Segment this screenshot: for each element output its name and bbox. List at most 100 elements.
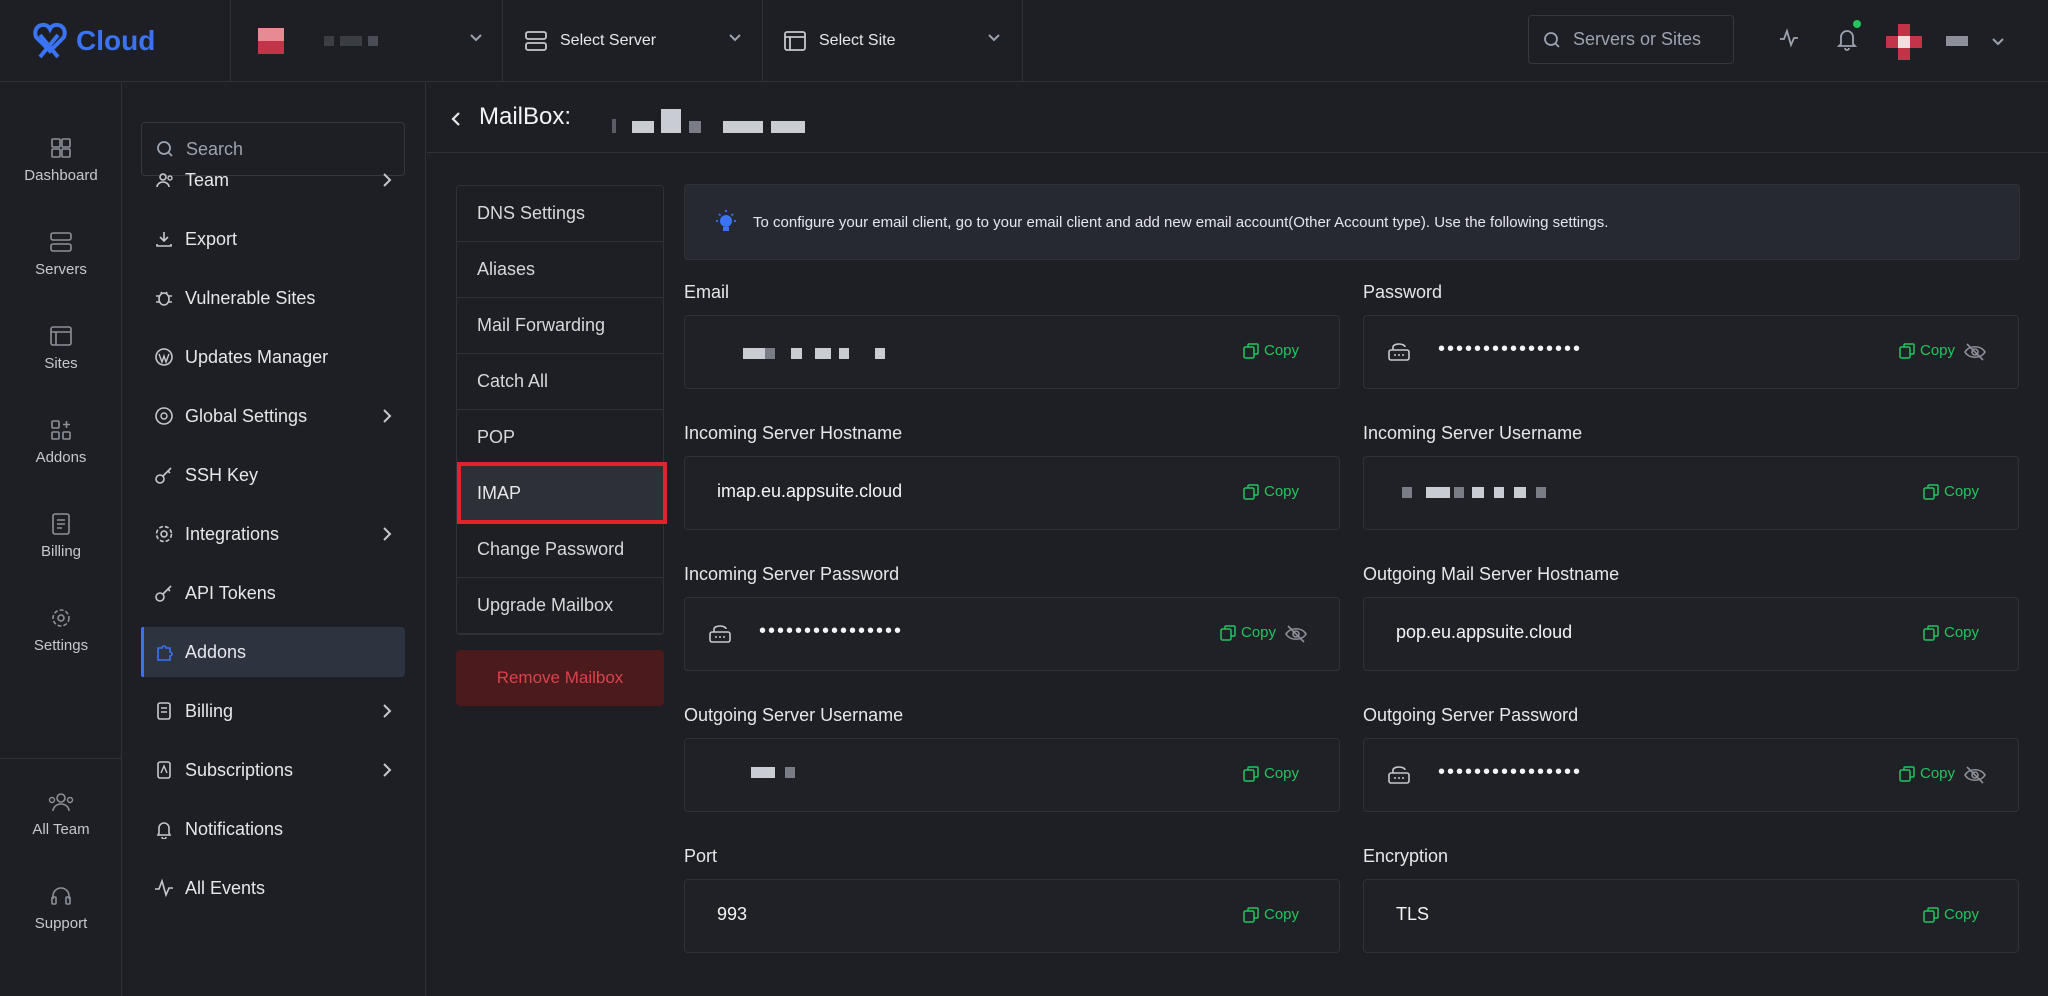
email-field[interactable]: Copy — [684, 315, 1340, 389]
outgoing-username-label: Outgoing Server Username — [684, 705, 904, 725]
sidebar-item-billing[interactable]: Billing — [141, 686, 405, 736]
sidebar-item-export[interactable]: Export — [141, 214, 405, 264]
sidebar-item-notifications[interactable]: Notifications — [141, 804, 405, 854]
icon-rail: Dashboard Servers Sites Addons Billing S… — [0, 83, 122, 996]
tab-label: Catch All — [477, 371, 549, 391]
copy-button[interactable]: Copy — [1243, 342, 1299, 359]
app-logo[interactable]: Cloud — [28, 18, 168, 64]
wordpress-icon — [153, 347, 175, 367]
sidebar-item-addons[interactable]: Addons — [141, 627, 405, 677]
eye-off-icon[interactable] — [1964, 765, 1986, 785]
chevron-left-icon[interactable] — [449, 111, 463, 127]
copy-button[interactable]: Copy — [1923, 483, 1979, 500]
tab-label: Aliases — [477, 259, 536, 279]
user-name-redacted — [1946, 36, 1968, 46]
chevron-down-icon[interactable] — [727, 30, 743, 46]
rail-billing[interactable]: Billing — [0, 511, 122, 581]
tab-mail-forwarding[interactable]: Mail Forwarding — [457, 298, 663, 354]
site-select[interactable]: Select Site — [783, 0, 895, 82]
sidebar-item-global-settings[interactable]: Global Settings — [141, 391, 405, 441]
rail-support-label: Support — [34, 915, 88, 932]
main-content: MailBox: DNS Settings Aliases Mail Forward… — [427, 83, 2048, 996]
sidebar-item-api-tokens[interactable]: API Tokens — [141, 568, 405, 618]
server-select[interactable]: Select Server — [524, 0, 656, 82]
rail-divider — [0, 758, 122, 759]
sidebar-item-ssh-key[interactable]: SSH Key — [141, 450, 405, 500]
chevron-down-icon[interactable] — [986, 30, 1002, 46]
copy-button[interactable]: Copy — [1899, 342, 1955, 359]
global-search-input[interactable]: Servers or Sites — [1528, 15, 1734, 64]
rail-sites[interactable]: Sites — [0, 323, 122, 393]
sidebar-item-all-events[interactable]: All Events — [141, 863, 405, 913]
copy-button[interactable]: Copy — [1923, 906, 1979, 923]
outgoing-password-value: •••••••••••••••• — [1438, 761, 1583, 783]
rail-settings[interactable]: Settings — [0, 605, 122, 675]
cloud-logo-icon — [33, 22, 67, 59]
tab-dns-settings[interactable]: DNS Settings — [457, 186, 663, 242]
team-select[interactable] — [258, 0, 378, 82]
sidebar-item-integrations[interactable]: Integrations — [141, 509, 405, 559]
rail-all-team[interactable]: All Team — [0, 789, 122, 859]
copy-button[interactable]: Copy — [1923, 624, 1979, 641]
rail-addons[interactable]: Addons — [0, 417, 122, 487]
sidebar-item-label: API Tokens — [185, 582, 276, 603]
sidebar-item-label: Billing — [185, 700, 234, 721]
outgoing-password-label: Outgoing Server Password — [1363, 705, 1579, 725]
outgoing-hostname-field[interactable]: pop.eu.appsuite.cloud Copy — [1363, 597, 2019, 671]
outgoing-password-field[interactable]: •••••••••••••••• Copy — [1363, 738, 2019, 812]
key-icon — [153, 583, 175, 603]
outgoing-username-field[interactable]: Copy — [684, 738, 1340, 812]
user-avatar[interactable] — [1886, 24, 1922, 60]
server-select-label: Select Server — [560, 32, 657, 49]
remove-mailbox-button[interactable]: Remove Mailbox — [456, 650, 664, 706]
copy-icon — [1923, 906, 1939, 923]
activity-icon[interactable] — [1778, 27, 1800, 49]
copy-button[interactable]: Copy — [1243, 906, 1299, 923]
sidebar-item-updates-manager[interactable]: Updates Manager — [141, 332, 405, 382]
encryption-field[interactable]: TLS Copy — [1363, 879, 2019, 953]
eye-off-icon[interactable] — [1964, 342, 1986, 362]
top-bar: Cloud Select Server Select Site Servers … — [0, 0, 2048, 82]
sidebar-item-subscriptions[interactable]: Subscriptions — [141, 745, 405, 795]
copy-button[interactable]: Copy — [1220, 624, 1276, 641]
billing-icon — [51, 511, 71, 537]
tab-label: DNS Settings — [477, 203, 586, 223]
copy-button[interactable]: Copy — [1899, 765, 1955, 782]
sidebar-item-label: Export — [185, 228, 238, 249]
chevron-down-icon[interactable] — [1990, 34, 2006, 50]
bell-icon[interactable] — [1836, 27, 1858, 51]
port-field[interactable]: 993 Copy — [684, 879, 1340, 953]
incoming-username-label: Incoming Server Username — [1363, 423, 1583, 443]
incoming-username-field[interactable]: Copy — [1363, 456, 2019, 530]
browser-icon — [49, 323, 73, 349]
tab-label: POP — [477, 427, 516, 447]
rail-servers[interactable]: Servers — [0, 229, 122, 299]
password-field[interactable]: •••••••••••••••• Copy — [1363, 315, 2019, 389]
chevron-down-icon[interactable] — [468, 30, 484, 46]
tab-imap[interactable]: IMAP — [457, 462, 667, 524]
copy-icon — [1899, 342, 1915, 359]
tab-change-password[interactable]: Change Password — [457, 522, 663, 578]
tab-upgrade-mailbox[interactable]: Upgrade Mailbox — [457, 578, 663, 634]
incoming-password-field[interactable]: •••••••••••••••• Copy — [684, 597, 1340, 671]
tab-aliases[interactable]: Aliases — [457, 242, 663, 298]
chevron-right-icon — [383, 704, 392, 718]
rail-support[interactable]: Support — [0, 883, 122, 953]
tab-catch-all[interactable]: Catch All — [457, 354, 663, 410]
copy-button[interactable]: Copy — [1243, 483, 1299, 500]
copy-icon — [1243, 906, 1259, 923]
sidebar-item-label: Integrations — [185, 523, 280, 544]
chevron-right-icon — [383, 409, 392, 423]
tab-pop[interactable]: POP — [457, 410, 663, 466]
sidebar-item-team[interactable]: Team — [141, 155, 405, 205]
copy-label: Copy — [1944, 624, 1980, 641]
eye-off-icon[interactable] — [1285, 624, 1307, 644]
sidebar-item-vulnerable-sites[interactable]: Vulnerable Sites — [141, 273, 405, 323]
copy-button[interactable]: Copy — [1243, 765, 1299, 782]
incoming-hostname-field[interactable]: imap.eu.appsuite.cloud Copy — [684, 456, 1340, 530]
rail-dashboard[interactable]: Dashboard — [0, 135, 122, 205]
server-icon — [524, 29, 548, 53]
team-avatar — [258, 28, 284, 54]
search-icon — [1544, 31, 1560, 48]
copy-label: Copy — [1264, 483, 1300, 500]
